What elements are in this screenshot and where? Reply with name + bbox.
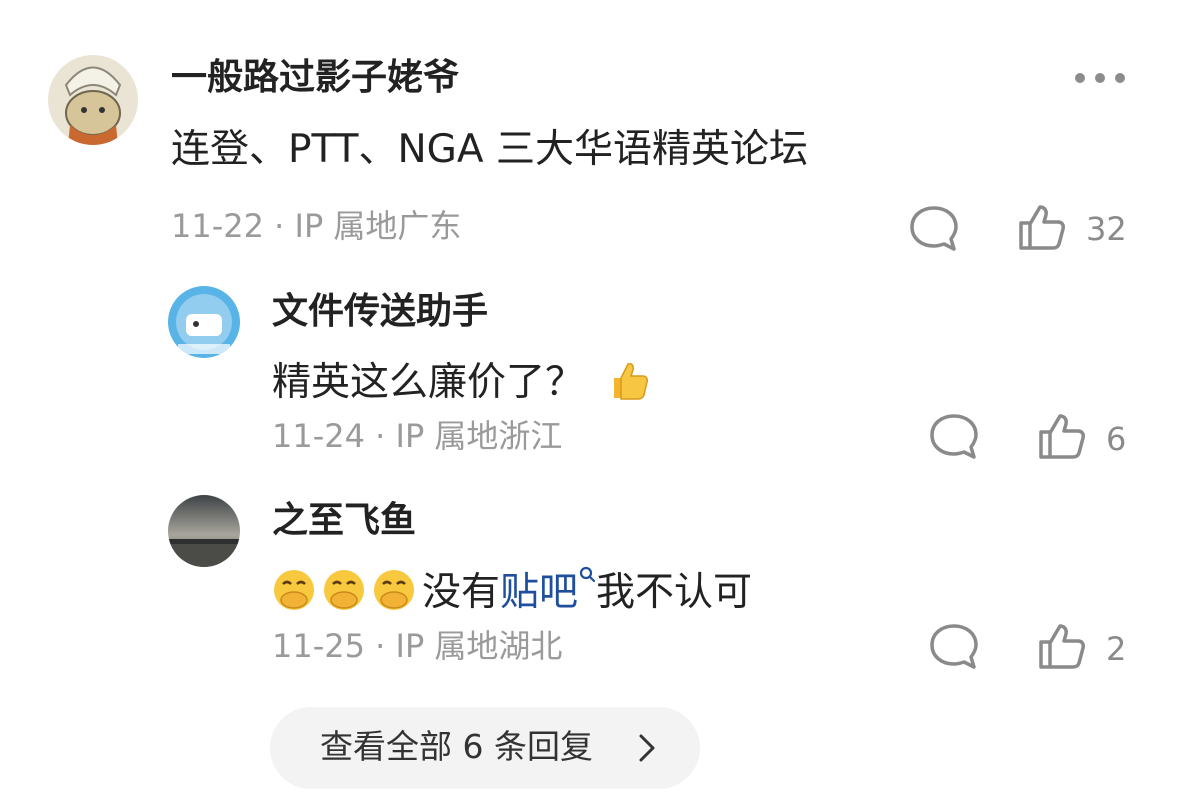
reply-text-content: 精英这么廉价了？ <box>272 360 585 405</box>
like-thumb-icon[interactable] <box>1036 621 1086 675</box>
search-icon <box>579 566 596 583</box>
like-thumb-icon[interactable] <box>1016 202 1066 256</box>
view-all-replies-button[interactable]: 查看全部 6 条回复 <box>270 707 700 789</box>
reply-text-before: 没有 <box>422 570 501 615</box>
more-dots-icon[interactable] <box>1075 69 1127 87</box>
avatar[interactable] <box>168 495 240 567</box>
comment-text: 连登、PTT、NGA 三大华语精英论坛 <box>171 127 808 172</box>
reply-bubble-icon[interactable] <box>928 622 980 676</box>
reply-text-after: 我不认可 <box>596 570 753 615</box>
reply-date: 11-24 <box>272 417 365 455</box>
meta-separator: · <box>375 417 386 455</box>
view-all-replies-label[interactable]: 查看全部 6 条回复 <box>320 730 593 763</box>
like-count: 32 <box>1086 210 1127 248</box>
reply-bubble-icon[interactable] <box>908 204 960 258</box>
reply-author[interactable]: 之至飞鱼 <box>272 503 416 539</box>
comment-thread: 一般路过影子姥爷 连登、PTT、NGA 三大华语精英论坛 11-22 · IP … <box>0 0 1179 808</box>
like-count: 2 <box>1106 630 1127 668</box>
reply-location: IP 属地湖北 <box>395 627 563 665</box>
face-with-hand-over-mouth-emoji <box>272 568 316 612</box>
reply-location: IP 属地浙江 <box>395 417 563 455</box>
like-thumb-icon[interactable] <box>1036 411 1086 465</box>
thumbs-up-emoji <box>606 358 650 402</box>
reply-bubble-icon[interactable] <box>928 412 980 466</box>
like-count: 6 <box>1106 420 1127 458</box>
tieba-link[interactable]: 贴吧 <box>500 566 596 615</box>
comment-author[interactable]: 一般路过影子姥爷 <box>171 60 459 96</box>
reply-text: 没有贴吧 我不认可 <box>272 565 752 612</box>
comment-location: IP 属地广东 <box>294 207 462 245</box>
comment-meta: 11-22 · IP 属地广东 <box>171 210 461 242</box>
reply-date: 11-25 <box>272 627 365 665</box>
comment-date: 11-22 <box>171 207 264 245</box>
reply-meta: 11-24 · IP 属地浙江 <box>272 420 562 452</box>
reply-author[interactable]: 文件传送助手 <box>272 294 488 330</box>
reply-text: 精英这么廉价了？ <box>272 358 656 402</box>
tieba-link-label[interactable]: 贴吧 <box>500 570 578 615</box>
face-with-hand-over-mouth-emoji <box>322 568 366 612</box>
chevron-right-icon <box>638 733 656 767</box>
face-with-hand-over-mouth-emoji <box>372 568 416 612</box>
avatar[interactable] <box>168 286 240 358</box>
reply-meta: 11-25 · IP 属地湖北 <box>272 630 562 662</box>
avatar[interactable] <box>48 55 138 145</box>
meta-separator: · <box>375 627 386 665</box>
meta-separator: · <box>274 207 285 245</box>
